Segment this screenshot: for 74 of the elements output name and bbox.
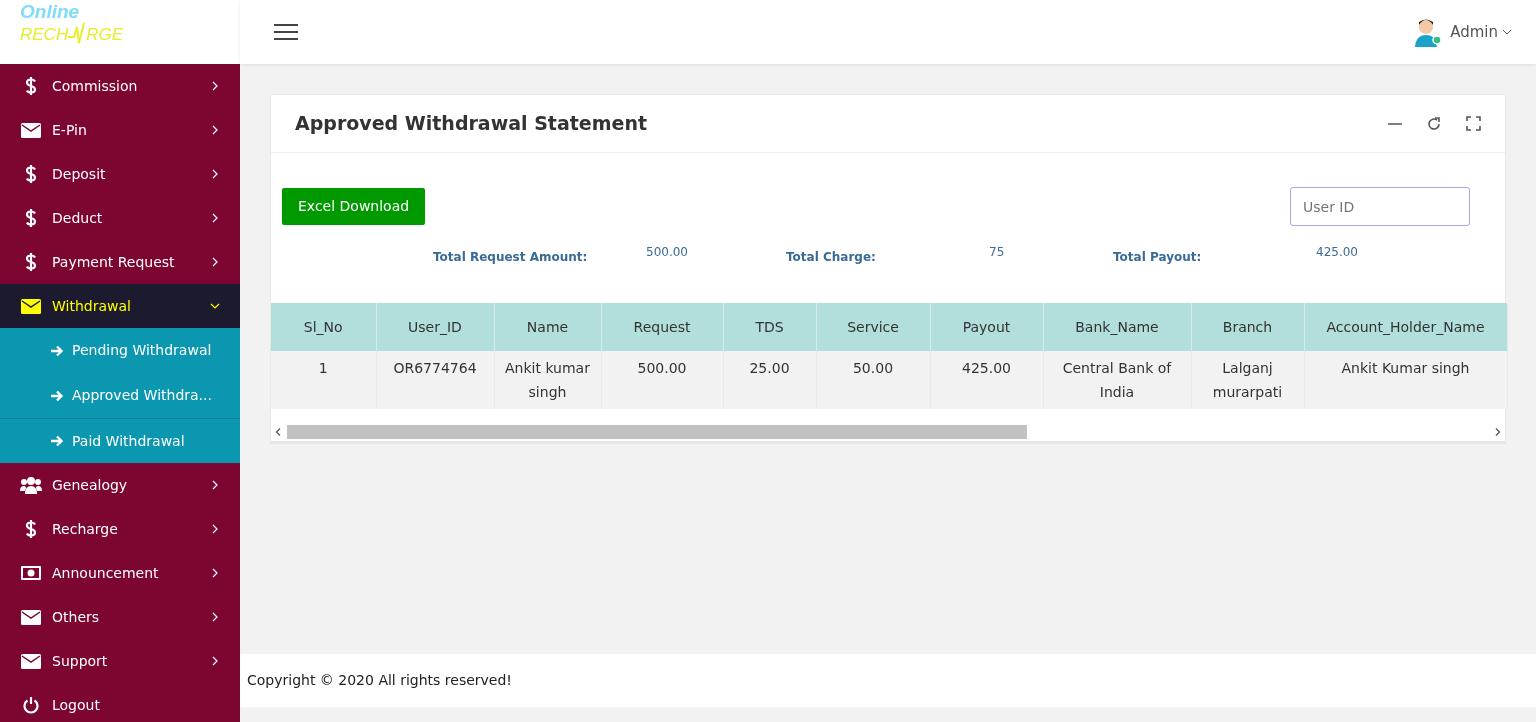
total-value: 500.00	[646, 244, 688, 261]
scroll-left-icon[interactable]	[275, 428, 281, 436]
total-label: Total Request Amount:	[433, 250, 588, 264]
total-value: 75	[989, 244, 1005, 261]
sidebar-item[interactable]: Others	[0, 595, 240, 639]
table-cell: 500.00	[601, 351, 723, 409]
copyright-text: Copyright © 2020 All rights reserved!	[247, 671, 512, 690]
excel-download-button[interactable]: Excel Download	[282, 188, 426, 225]
chevron-right-icon	[210, 524, 220, 534]
table-cell: 425.00	[930, 351, 1043, 409]
scroll-right-icon[interactable]	[1495, 428, 1501, 436]
chevron-right-icon	[210, 656, 220, 666]
sidebar-item[interactable]: Deposit	[0, 152, 240, 196]
chevron-right-icon	[210, 81, 220, 91]
sidebar-item[interactable]: Logout	[0, 683, 240, 722]
refresh-icon[interactable]	[1426, 115, 1442, 132]
column-header: Payout	[930, 303, 1043, 351]
sidebar-item[interactable]: Support	[0, 639, 240, 683]
horizontal-scrollbar[interactable]	[271, 423, 1505, 443]
table-cell: Lalganj murarpati	[1191, 351, 1304, 409]
logo-text: Online	[20, 2, 81, 21]
user-avatar-icon	[1414, 17, 1443, 47]
column-header: Request	[601, 303, 723, 351]
sidebar-item[interactable]: E-Pin	[0, 108, 240, 152]
chevron-right-icon	[210, 568, 220, 578]
fullscreen-icon[interactable]	[1466, 116, 1481, 131]
chevron-down-icon	[210, 301, 220, 311]
sidebar-item[interactable]: Recharge	[0, 507, 240, 551]
users-icon	[20, 476, 42, 494]
table-cell: Central Bank of India	[1043, 351, 1191, 409]
user-id-field[interactable]: User ID	[1290, 187, 1470, 226]
table-cell: 1	[271, 351, 376, 409]
envelope-icon	[20, 122, 42, 138]
chevron-right-icon	[210, 213, 220, 223]
sidebar-item[interactable]: Announcement	[0, 551, 240, 595]
logo-text: RGE	[86, 25, 123, 43]
sidebar-item[interactable]: Commission	[0, 64, 240, 108]
logo-text: RECH	[20, 25, 69, 43]
arrow-right-icon	[50, 389, 64, 402]
panel-title: Approved Withdrawal Statement	[295, 111, 648, 137]
sidebar-item[interactable]: Deduct	[0, 196, 240, 240]
table-cell: Ankit Kumar singh	[1304, 351, 1507, 409]
column-header: User_ID	[376, 303, 494, 351]
column-header: Account_Holder_Name	[1304, 303, 1507, 351]
total-label: Total Charge:	[786, 250, 876, 264]
total-label: Total Payout:	[1113, 250, 1202, 264]
arrow-right-icon	[50, 435, 64, 447]
column-header: Branch	[1191, 303, 1304, 351]
column-header: Name	[494, 303, 601, 351]
total-value: 425.00	[1316, 244, 1358, 261]
column-header: Sl_No	[271, 303, 376, 351]
chevron-right-icon	[210, 480, 220, 490]
menu-icon[interactable]	[274, 23, 298, 41]
envelope-icon	[20, 609, 42, 625]
envelope-icon	[20, 653, 42, 669]
arrow-right-icon	[50, 344, 64, 357]
chevron-right-icon	[210, 612, 220, 622]
column-header: TDS	[723, 303, 816, 351]
sidebar-item[interactable]: Withdrawal	[0, 284, 240, 328]
sidebar-item[interactable]: Genealogy	[0, 463, 240, 507]
caret-icon	[1502, 29, 1512, 35]
sidebar-item[interactable]: Payment Request	[0, 240, 240, 284]
banknote-icon	[20, 566, 42, 580]
chevron-right-icon	[210, 257, 220, 267]
chevron-right-icon	[210, 125, 220, 135]
table-cell: 25.00	[723, 351, 816, 409]
column-header: Bank_Name	[1043, 303, 1191, 351]
column-header: Service	[816, 303, 930, 351]
user-menu[interactable]: Admin	[1450, 20, 1498, 44]
table-cell: Ankit kumar singh	[494, 351, 601, 409]
table-cell: OR6774764	[376, 351, 494, 409]
table-cell: 50.00	[816, 351, 930, 409]
chevron-right-icon	[210, 169, 220, 179]
envelope-icon	[20, 298, 42, 314]
